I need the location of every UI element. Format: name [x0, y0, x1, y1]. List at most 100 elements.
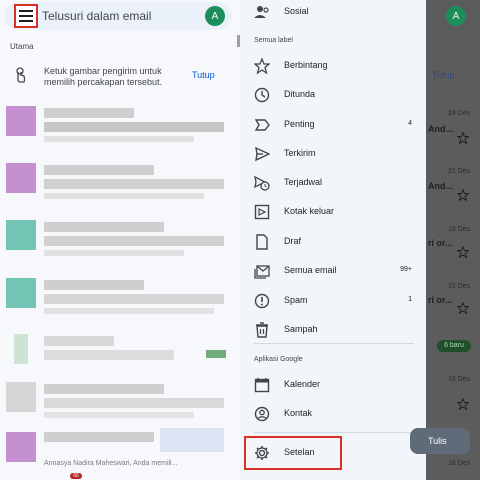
row-sender: [44, 280, 144, 290]
search-input[interactable]: Telusuri dalam email: [42, 9, 151, 23]
drawer-item-label: Penting: [284, 119, 315, 129]
menu-button[interactable]: [14, 4, 38, 28]
row-subject: [44, 294, 224, 304]
row-attachment: [160, 428, 224, 452]
spam-icon: [254, 293, 270, 309]
row-sender: [44, 165, 154, 175]
account-avatar[interactable]: A: [205, 6, 225, 26]
drawer-item-label: Spam: [284, 295, 308, 305]
sender-avatar[interactable]: [6, 278, 36, 308]
email-date: 21 Des: [448, 168, 471, 175]
section-header: Aplikasi Google: [254, 356, 303, 363]
all-mail-icon: [254, 265, 270, 279]
row-preview: [44, 250, 184, 256]
hamburger-icon: [19, 10, 33, 22]
row-subject: [44, 236, 224, 246]
email-row[interactable]: [0, 155, 240, 205]
drawer-item-scheduled[interactable]: Terjadwal: [240, 172, 426, 194]
row-preview: [44, 193, 204, 199]
row-sender: [44, 336, 114, 346]
drawer-item-starred[interactable]: Berbintang: [240, 55, 426, 77]
drawer-item-contacts[interactable]: Kontak: [240, 403, 426, 425]
new-mail-badge: 6 baru: [437, 340, 471, 352]
settings-highlight: [244, 436, 342, 470]
row-sender: [44, 384, 164, 394]
email-date: 15 Des: [448, 283, 471, 290]
item-count: 99+: [400, 266, 412, 273]
section-label: Utama: [10, 42, 34, 51]
email-date: 16 Des: [448, 376, 471, 383]
drawer-item-calendar[interactable]: Kalender: [240, 374, 426, 396]
drawer-item-sent[interactable]: Terkirim: [240, 143, 426, 165]
drawer-item-important[interactable]: Penting 4: [240, 114, 426, 136]
email-subject-dimmed: And...: [428, 181, 453, 191]
row-subject: [44, 179, 224, 189]
info-close-dimmed: Tutup: [432, 70, 455, 80]
divider: [254, 432, 414, 433]
row-subject: [44, 398, 224, 408]
info-close-button[interactable]: Tutup: [192, 70, 215, 80]
star-icon: [457, 132, 469, 144]
drawer-item-drafts[interactable]: Draf: [240, 231, 426, 253]
email-row[interactable]: [0, 212, 240, 262]
sender-avatar[interactable]: [6, 220, 36, 250]
row-sender: [44, 222, 164, 232]
email-subject-dimmed: ri or...: [428, 238, 453, 248]
sender-avatar[interactable]: [6, 106, 36, 136]
row-preview-text: Annasya Nadira Maheswari, Anda memili...: [44, 460, 178, 467]
outbox-icon: [254, 204, 270, 220]
email-row[interactable]: [0, 270, 240, 320]
sender-avatar[interactable]: [6, 382, 36, 412]
drawer-item-spam[interactable]: Spam 1: [240, 290, 426, 312]
divider: [254, 343, 414, 344]
section-header: Semua label: [254, 37, 293, 44]
scheduled-icon: [254, 175, 270, 191]
row-sender: [44, 432, 154, 442]
drawer-item-label: Draf: [284, 236, 302, 246]
email-row[interactable]: [0, 374, 240, 424]
drawer-item-label: Semua email: [284, 265, 337, 275]
row-sender: [44, 108, 134, 118]
label-tag: [206, 350, 226, 358]
drawer-item-label: Kotak keluar: [284, 206, 335, 216]
sender-avatar[interactable]: [6, 432, 36, 462]
compose-label: Tulis: [428, 436, 447, 446]
sender-avatar[interactable]: [14, 334, 28, 364]
navigation-drawer: Sosial Semua label Berbintang Ditunda Pe…: [240, 0, 426, 480]
item-count: 1: [408, 296, 412, 303]
email-row[interactable]: [0, 98, 240, 148]
important-icon: [254, 119, 270, 131]
drawer-item-label: Kontak: [284, 408, 313, 418]
star-icon: [457, 398, 469, 410]
bottom-navigation: [0, 470, 240, 480]
compose-button[interactable]: Tulis: [410, 428, 470, 454]
drawer-item-social[interactable]: Sosial: [240, 1, 426, 23]
calendar-icon: [254, 378, 270, 393]
trash-icon: [256, 322, 268, 338]
info-message: Ketuk gambar pengirim untuk memilih perc…: [44, 66, 163, 87]
star-icon: [457, 189, 469, 201]
clock-icon: [254, 87, 270, 103]
sender-avatar[interactable]: [6, 163, 36, 193]
contacts-icon: [254, 406, 270, 422]
star-icon: [254, 58, 270, 74]
star-icon: [457, 302, 469, 314]
drawer-item-trash[interactable]: Sampah: [240, 319, 426, 341]
account-avatar-dimmed: A: [446, 6, 466, 26]
drawer-item-label: Terkirim: [284, 148, 316, 158]
drawer-item-all-mail[interactable]: Semua email 99+: [240, 260, 426, 282]
row-preview: [44, 308, 214, 314]
drawer-item-snoozed[interactable]: Ditunda: [240, 84, 426, 106]
draft-icon: [256, 234, 268, 250]
email-subject-dimmed: ri or...: [428, 295, 453, 305]
email-date: 16 Des: [448, 460, 471, 467]
drawer-item-label: Berbintang: [284, 60, 328, 70]
drawer-item-label: Terjadwal: [284, 177, 323, 187]
send-icon: [255, 146, 270, 162]
email-row[interactable]: [0, 326, 240, 376]
drawer-item-label: Sampah: [284, 324, 318, 334]
tap-hand-icon: [16, 67, 26, 83]
drawer-item-label: Kalender: [284, 379, 321, 389]
drawer-item-outbox[interactable]: Kotak keluar: [240, 201, 426, 223]
drawer-item-label: Sosial: [284, 6, 309, 16]
